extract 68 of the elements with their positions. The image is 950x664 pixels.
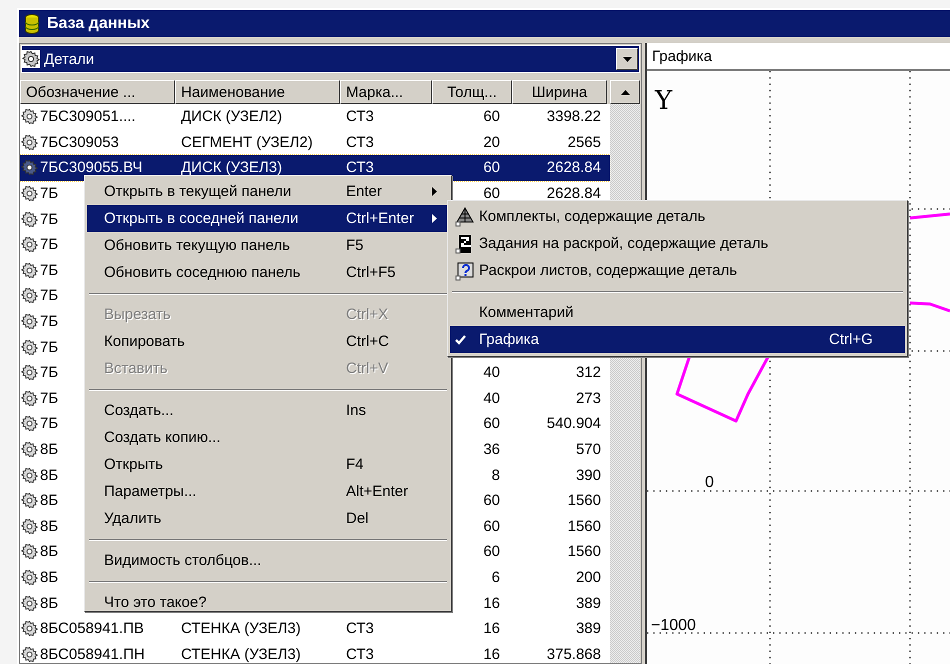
designation-cell: 7БС309051.... [40,108,136,126]
designation-cell: 8Б [40,518,58,535]
name-cell: СТЕНКА (УЗЕЛ3) [181,620,301,638]
name-cell: ДИСК (УЗЕЛ2) [181,108,282,126]
axis-label: Y [655,86,672,116]
designation-cell: 8Б [40,594,58,612]
designation-cell: 8БС058941.ПН [40,646,145,663]
designation-cell: 7Б [40,262,58,279]
designation-cell: 7Б [40,415,58,432]
width-cell: 570 [576,441,601,458]
thickness-cell: 40 [483,364,500,382]
name-cell: ДИСК (УЗЕЛ3) [181,159,282,176]
thickness-cell: 40 [483,390,500,407]
thickness-cell: 16 [483,594,500,612]
designation-cell: 8Б [40,492,58,510]
width-cell: 540.904 [546,415,601,432]
designation-cell: 8Б [40,441,58,458]
designation-cell: 7Б [40,364,58,382]
designation-cell: 8Б [40,466,58,484]
thickness-cell: 60 [483,518,500,535]
thickness-cell: 6 [492,568,500,586]
thickness-cell: 36 [483,441,500,458]
designation-cell: 8БС058941.ПВ [40,620,144,638]
grade-cell: СТ3 [346,108,374,126]
designation-cell: 8Б [40,543,58,560]
thickness-cell: 8 [492,466,500,484]
tick-label: −1000 [651,617,696,634]
designation-cell: 7Б [40,287,58,304]
thickness-cell: 60 [483,185,500,202]
thickness-cell: 16 [483,620,500,638]
thickness-cell: 60 [483,543,500,560]
width-cell: 1560 [568,518,601,535]
window-title: База данных [47,14,150,32]
designation-cell: 7Б [40,185,58,202]
width-cell: 390 [576,466,601,484]
designation-cell: 7Б [40,210,58,228]
thickness-cell: 60 [483,108,500,126]
grade-cell: СТ3 [346,134,374,151]
thickness-cell: 20 [483,134,500,151]
designation-cell: 7Б [40,236,58,254]
name-cell: СЕГМЕНТ (УЗЕЛ2) [181,134,313,151]
width-cell: 389 [576,594,601,612]
name-cell: СТЕНКА (УЗЕЛ3) [181,646,301,663]
grade-cell: СТ3 [346,646,374,663]
width-cell: 273 [576,390,601,407]
width-cell: 3398.22 [546,108,601,126]
width-cell: 375.868 [546,646,601,663]
designation-cell: 7БС309053 [40,134,119,151]
width-cell: 389 [576,620,601,638]
width-cell: 1560 [568,492,601,510]
width-cell: 1560 [568,543,601,560]
width-cell: 312 [576,364,601,382]
width-cell: 200 [576,568,601,586]
designation-cell: 7Б [40,338,58,356]
width-cell: 2628.84 [546,185,601,202]
grade-cell: СТ3 [346,159,374,176]
thickness-cell: 60 [483,492,500,510]
thickness-cell: 60 [483,159,500,176]
width-cell: 2565 [568,134,601,151]
designation-cell: 7БС309055.ВЧ [40,159,142,176]
designation-cell: 7Б [40,390,58,407]
tick-label: 0 [705,474,714,491]
grade-cell: СТ3 [346,620,374,638]
designation-cell: 8Б [40,568,58,586]
width-cell: 2628.84 [546,159,601,176]
thickness-cell: 60 [483,415,500,432]
designation-cell: 7Б [40,313,58,330]
thickness-cell: 16 [483,646,500,663]
